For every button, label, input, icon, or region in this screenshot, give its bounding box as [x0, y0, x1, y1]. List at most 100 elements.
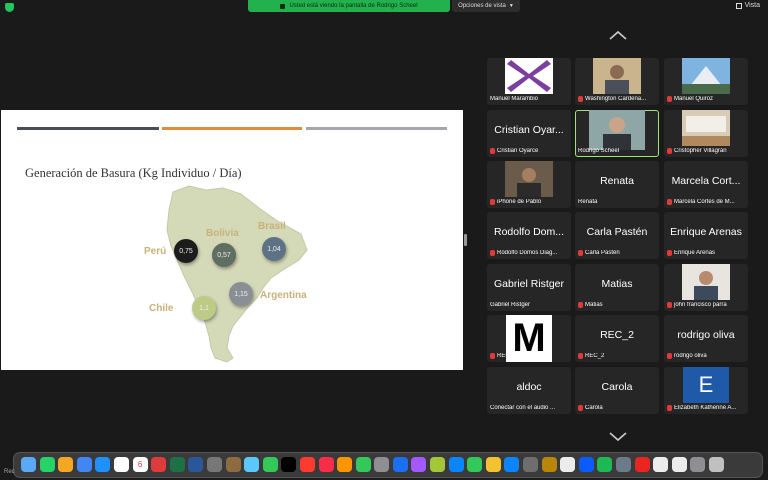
participant-tile[interactable]: rodrigo oliva rodrigo oliva	[664, 315, 748, 362]
participant-tile[interactable]: Manuel Quiroz	[664, 58, 748, 105]
gallery-next-icon[interactable]	[608, 432, 628, 442]
view-label: Vista	[744, 2, 760, 9]
dock-app-icon[interactable]	[21, 457, 36, 472]
dock-label: Rec	[4, 469, 15, 475]
dock-app-icon[interactable]	[504, 457, 520, 472]
mic-muted-icon	[667, 148, 672, 154]
dock-app-icon[interactable]	[95, 457, 111, 472]
dock-app-icon[interactable]	[188, 457, 204, 472]
dock-app-icon[interactable]	[151, 457, 167, 472]
mic-muted-icon	[667, 250, 672, 256]
participant-tile[interactable]: Rodrigo Scheel	[575, 110, 659, 157]
participant-display-name: rodrigo oliva	[677, 329, 735, 341]
view-options-button[interactable]: Opciones de vista ▼	[452, 0, 520, 12]
mic-muted-icon	[667, 199, 672, 205]
participant-tile[interactable]: Enrique Arenas Enrique Arenas	[664, 212, 748, 259]
participant-name: Rodrigo Scheel	[578, 148, 620, 154]
participant-display-name: Cristian Oyar...	[494, 124, 564, 136]
dock-app-icon[interactable]	[411, 457, 427, 472]
dock-app-icon[interactable]	[578, 457, 594, 472]
dock-app-icon[interactable]: 6	[132, 457, 148, 472]
dock-app-icon[interactable]	[262, 457, 278, 472]
participant-tile[interactable]: REC_2 REC_2	[575, 315, 659, 362]
participant-tile[interactable]: Manuel Marambio	[487, 58, 571, 105]
dock-app-icon[interactable]	[113, 457, 129, 472]
participant-tile[interactable]: Renata Renata	[575, 161, 659, 208]
dock-app-icon[interactable]	[430, 457, 446, 472]
dock-app-icon[interactable]	[169, 457, 185, 472]
dock-app-icon[interactable]	[39, 457, 55, 472]
participant-name-label: Rodolfo Domos Diag...	[490, 250, 568, 256]
share-screen-icon	[280, 3, 286, 9]
dock-app-icon[interactable]	[597, 457, 613, 472]
participant-tile[interactable]: Cristian Oyar... Cristian Oyarce	[487, 110, 571, 157]
participant-tile[interactable]: Carla Pastén Carla Pastén	[575, 212, 659, 259]
dock-app-icon[interactable]	[541, 457, 557, 472]
participant-name-label: iPhone de Pablo	[490, 199, 568, 205]
mic-muted-icon	[578, 353, 583, 359]
view-button[interactable]: Vista	[735, 2, 760, 9]
dock-app-icon[interactable]	[225, 457, 241, 472]
dock-app-icon[interactable]	[690, 457, 706, 472]
dock-app-icon[interactable]	[374, 457, 390, 472]
gallery-prev-icon[interactable]	[608, 30, 628, 40]
participant-tile[interactable]: Cristopher Villagrán	[664, 110, 748, 157]
shield-icon[interactable]	[5, 3, 14, 12]
dock-app-icon[interactable]	[671, 457, 687, 472]
participant-tile[interactable]: aldoc Conectar con el audio ...	[487, 367, 571, 414]
participant-tile[interactable]: E Elizabeth Katherine A...	[664, 367, 748, 414]
dock-app-icon[interactable]	[337, 457, 353, 472]
participant-display-name: Marcela Cort...	[671, 175, 741, 187]
dock-app-icon[interactable]	[299, 457, 315, 472]
dock-app-icon[interactable]	[281, 457, 297, 472]
participant-name-label: Gabriel Ristger	[490, 302, 568, 308]
participant-video	[589, 110, 645, 150]
country-label-bolivia: Bolivia	[206, 228, 239, 239]
dock-app-icon[interactable]	[653, 457, 669, 472]
participant-name-label: REC_1	[490, 353, 568, 359]
top-bar: Usted está viendo la pantalla de Rodrigo…	[0, 0, 768, 14]
split-view-handle[interactable]	[464, 234, 467, 246]
dock-app-icon[interactable]	[523, 457, 539, 472]
dock-app-icon[interactable]	[244, 457, 260, 472]
participant-tile[interactable]: Carola Carola	[575, 367, 659, 414]
participant-name: REC_1	[497, 353, 517, 359]
participant-video	[593, 58, 641, 94]
participant-name-label: Carola	[578, 405, 656, 411]
participant-tile[interactable]: Matias Matias	[575, 264, 659, 311]
participant-name: Carola	[585, 405, 603, 411]
participant-display-name: Matias	[601, 278, 633, 290]
participant-name-label: Matias	[578, 302, 656, 308]
dock-app-icon[interactable]	[206, 457, 222, 472]
participant-tile[interactable]: Rodolfo Dom... Rodolfo Domos Diag...	[487, 212, 571, 259]
dock-app-icon[interactable]	[560, 457, 576, 472]
participant-tile[interactable]: Gabriel Ristger Gabriel Ristger	[487, 264, 571, 311]
mic-muted-icon	[667, 96, 672, 102]
value-bubble-argentina: 1,15	[229, 282, 253, 306]
dock-app-icon[interactable]	[634, 457, 650, 472]
participant-display-name: Rodolfo Dom...	[493, 226, 565, 238]
participant-name: Matias	[585, 302, 603, 308]
dock-app-icon[interactable]	[76, 457, 92, 472]
dock-app-icon[interactable]	[318, 457, 334, 472]
dock-app-icon[interactable]	[448, 457, 464, 472]
dock-app-icon[interactable]	[616, 457, 631, 472]
dock-app-icon[interactable]	[708, 457, 724, 472]
macos-dock: 6	[13, 452, 763, 478]
participant-tile[interactable]: john francisco parra	[664, 264, 748, 311]
dock-app-icon[interactable]	[392, 457, 408, 472]
screen-share-banner[interactable]: Usted está viendo la pantalla de Rodrigo…	[248, 0, 450, 12]
dock-app-icon[interactable]	[58, 457, 74, 472]
dock-app-icon[interactable]	[355, 457, 371, 472]
participant-tile[interactable]: Washington Cardena...	[575, 58, 659, 105]
participant-name: REC_2	[585, 353, 605, 359]
participant-name-label: Renata	[578, 199, 656, 205]
participant-display-name: Enrique Arenas	[670, 226, 742, 238]
dock-app-icon[interactable]	[485, 457, 501, 472]
participant-tile[interactable]: iPhone de Pablo	[487, 161, 571, 208]
dock-app-icon[interactable]	[467, 457, 483, 472]
participant-tile[interactable]: Marcela Cort... Marcela Cortes de M...	[664, 161, 748, 208]
value-bubble-peru: 0,75	[174, 239, 198, 263]
value-bubble-bolivia: 0,57	[212, 243, 236, 267]
participant-tile[interactable]: M REC_1	[487, 315, 571, 362]
